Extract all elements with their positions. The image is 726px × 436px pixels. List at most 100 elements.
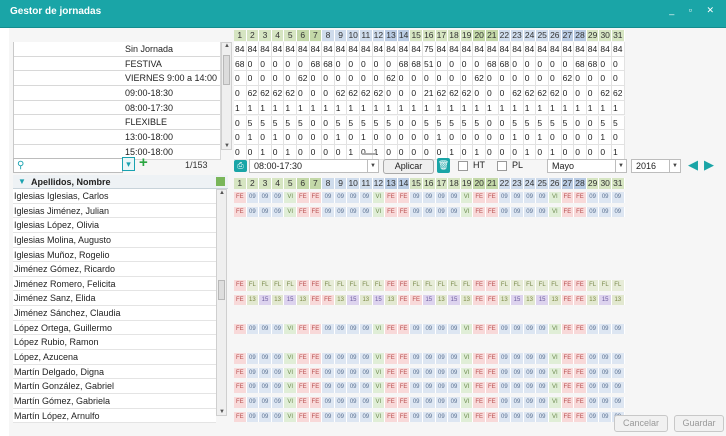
shift-cell[interactable]: FE: [234, 382, 247, 394]
journey-count-cell[interactable]: 68: [486, 56, 499, 72]
shift-cell[interactable]: 09: [259, 353, 272, 364]
journey-count-cell[interactable]: 0: [234, 130, 247, 145]
shift-cell[interactable]: 09: [586, 323, 600, 335]
journey-count-cell[interactable]: 0: [309, 71, 323, 87]
shift-cell[interactable]: FL: [284, 279, 297, 291]
scroll-up-icon[interactable]: ▲: [219, 190, 225, 196]
shift-cell[interactable]: 09: [536, 353, 549, 364]
shift-cell[interactable]: 09: [536, 206, 549, 218]
shift-cell[interactable]: FL: [536, 279, 549, 291]
shift-cell[interactable]: 09: [360, 353, 373, 364]
journey-count-cell[interactable]: 0: [397, 130, 411, 145]
journey-count-cell[interactable]: 62: [561, 71, 575, 87]
journey-count-cell[interactable]: 0: [511, 71, 524, 87]
journey-count-cell[interactable]: 0: [410, 130, 423, 145]
shift-cell[interactable]: FE: [309, 323, 323, 335]
shift-cell[interactable]: 09: [322, 192, 335, 203]
shift-cell[interactable]: FE: [473, 382, 486, 394]
shift-cell[interactable]: VI: [549, 323, 562, 335]
shift-cell[interactable]: 15: [347, 294, 360, 306]
shift-cell[interactable]: FE: [385, 382, 398, 394]
scroll-thumb[interactable]: [223, 55, 230, 85]
journey-count-cell[interactable]: 84: [460, 42, 474, 57]
journey-count-cell[interactable]: 0: [486, 144, 499, 160]
person-row[interactable]: Jiménez Romero, Felicita: [13, 276, 216, 292]
journey-count-cell[interactable]: 62: [599, 86, 612, 101]
journey-count-cell[interactable]: 1: [599, 100, 612, 116]
shift-cell[interactable]: 09: [410, 411, 423, 423]
journey-count-cell[interactable]: 62: [347, 86, 360, 101]
shift-cell[interactable]: VI: [460, 411, 474, 423]
shift-cell[interactable]: 09: [271, 192, 285, 203]
journey-count-cell[interactable]: 0: [574, 144, 587, 160]
journey-count-cell[interactable]: 0: [410, 115, 423, 131]
shift-cell[interactable]: 09: [360, 397, 373, 408]
journey-type-label[interactable]: FESTIVA: [14, 56, 221, 72]
journey-count-cell[interactable]: 1: [334, 130, 348, 145]
shift-cell[interactable]: FL: [460, 279, 474, 291]
journey-count-cell[interactable]: 0: [599, 71, 612, 87]
journey-count-cell[interactable]: 0: [347, 56, 360, 72]
shift-cell[interactable]: FE: [234, 411, 247, 423]
shift-cell[interactable]: 09: [271, 397, 285, 408]
person-row[interactable]: Martín Gómez, Gabriela: [13, 393, 216, 409]
journey-count-cell[interactable]: 1: [410, 100, 423, 116]
window-controls[interactable]: _ ▫ ✕: [669, 5, 720, 16]
journey-count-cell[interactable]: 0: [486, 130, 499, 145]
shift-cell[interactable]: FE: [410, 294, 423, 306]
shift-cell[interactable]: 13: [360, 294, 373, 306]
shift-cell[interactable]: FL: [423, 279, 436, 291]
journey-count-cell[interactable]: 0: [612, 130, 625, 145]
journey-count-cell[interactable]: 0: [410, 144, 423, 160]
journey-count-cell[interactable]: 1: [549, 100, 562, 116]
journey-count-cell[interactable]: 0: [549, 130, 562, 145]
shift-cell[interactable]: 09: [498, 397, 512, 408]
shift-cell[interactable]: VI: [460, 397, 474, 408]
shift-cell[interactable]: 09: [423, 192, 436, 203]
shift-cell[interactable]: VI: [284, 353, 297, 364]
journey-count-cell[interactable]: 1: [259, 144, 272, 160]
journey-count-cell[interactable]: 5: [423, 115, 436, 131]
shift-cell[interactable]: 09: [523, 397, 537, 408]
shift-cell[interactable]: FE: [234, 192, 247, 203]
shift-cell[interactable]: 09: [511, 323, 524, 335]
journey-count-cell[interactable]: 0: [347, 71, 360, 87]
shift-cell[interactable]: 09: [259, 192, 272, 203]
journey-count-cell[interactable]: 0: [612, 56, 625, 72]
shift-cell[interactable]: FE: [574, 353, 587, 364]
shift-cell[interactable]: 09: [523, 382, 537, 394]
shift-cell[interactable]: 09: [523, 323, 537, 335]
shift-cell[interactable]: 09: [599, 367, 612, 379]
journey-count-cell[interactable]: 5: [460, 115, 474, 131]
shift-cell[interactable]: FE: [297, 353, 310, 364]
journey-count-cell[interactable]: 0: [309, 86, 323, 101]
journey-count-cell[interactable]: 68: [309, 56, 323, 72]
journey-count-cell[interactable]: 5: [473, 115, 486, 131]
journey-count-cell[interactable]: 1: [561, 100, 575, 116]
journey-count-cell[interactable]: 84: [448, 42, 461, 57]
shift-cell[interactable]: FE: [473, 279, 486, 291]
shift-cell[interactable]: VI: [284, 397, 297, 408]
shift-cell[interactable]: 15: [259, 294, 272, 306]
journey-count-cell[interactable]: 51: [423, 56, 436, 72]
shift-cell[interactable]: FL: [448, 279, 461, 291]
shift-cell[interactable]: FE: [297, 192, 310, 203]
journey-count-cell[interactable]: 84: [297, 42, 310, 57]
journey-count-cell[interactable]: 84: [385, 42, 398, 57]
filter-icon[interactable]: ▾: [122, 157, 135, 171]
journey-count-cell[interactable]: 1: [460, 100, 474, 116]
journey-count-cell[interactable]: 84: [561, 42, 575, 57]
apply-button[interactable]: Aplicar: [383, 159, 434, 174]
shift-cell[interactable]: VI: [372, 411, 386, 423]
person-row[interactable]: Iglesias Jiménez, Julian: [13, 203, 216, 219]
journey-count-cell[interactable]: 1: [435, 130, 449, 145]
month-select[interactable]: Mayo ▼: [547, 159, 627, 173]
shift-cell[interactable]: 09: [410, 367, 423, 379]
journey-count-cell[interactable]: 62: [284, 86, 297, 101]
shift-cell[interactable]: 09: [599, 411, 612, 423]
shift-cell[interactable]: FE: [397, 192, 411, 203]
shift-cell[interactable]: FE: [297, 397, 310, 408]
journey-count-cell[interactable]: 0: [246, 71, 260, 87]
journey-count-cell[interactable]: 0: [259, 56, 272, 72]
journey-count-cell[interactable]: 1: [360, 100, 373, 116]
